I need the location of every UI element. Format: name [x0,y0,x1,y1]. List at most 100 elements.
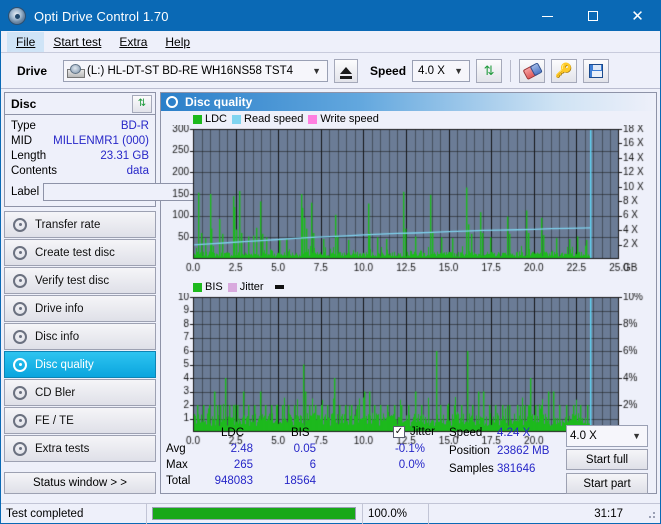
sidebar-item-drive-info[interactable]: Drive info [4,295,156,322]
menu-start-test-label: Start test [53,35,101,49]
test-speed-value: 4.0 X [570,430,597,442]
menu-file-label: File [16,35,35,49]
content-header: Disc quality [161,93,656,111]
status-message: Test completed [1,504,147,524]
maximize-icon [588,11,598,21]
sidebar-item-verify-test-disc[interactable]: Verify test disc [4,267,156,294]
speed-stat-label: Speed [449,427,482,439]
sidebar-item-transfer-rate[interactable]: Transfer rate [4,211,156,238]
legend-label-jitter: Jitter [240,281,264,293]
test-speed-select[interactable]: 4.0 X ▼ [566,425,648,447]
start-part-button[interactable]: Start part [566,473,648,494]
close-button[interactable]: ✕ [615,1,660,31]
close-icon: ✕ [631,9,644,24]
disc-panel-header: Disc ⇅ [5,93,155,115]
disc-row-key: Contents [11,165,57,177]
content-title: Disc quality [185,95,252,109]
speed-stat-value: 4.24 X [497,427,530,439]
drive-select[interactable]: (L:) HL-DT-ST BD-RE WH16NS58 TST4 ▼ [63,60,328,82]
stats-total-ldc: 948083 [201,475,253,487]
refresh-button[interactable]: ⇅ [476,59,502,83]
menu-extra-label: Extra [119,35,147,49]
samples-stat-value: 381646 [497,463,535,475]
sidebar-item-disc-quality[interactable]: Disc quality [4,351,156,378]
menu-extra[interactable]: Extra [110,32,156,52]
stats-header-bis: BIS [291,427,310,439]
sidebar-item-fe-te[interactable]: FE / TE [4,407,156,434]
save-button[interactable] [583,59,609,83]
disc-row-mid: MID MILLENMR1 (000) [11,133,149,148]
progress-bar [152,507,356,520]
disc-row-key: Type [11,120,36,132]
disc-row-value: MILLENMR1 (000) [53,135,149,147]
scrollbar-marker [275,285,284,289]
disc-icon [13,330,27,344]
toolbar-divider [510,60,511,82]
legend-swatch-ldc [193,115,202,124]
disc-icon [13,302,27,316]
legend-swatch-bis [193,283,202,292]
minimize-button[interactable] [525,1,570,31]
chevron-down-icon: ▼ [312,66,321,76]
progress-cell [147,504,363,524]
progress-percent: 100.0% [363,504,429,524]
stats-header-ldc: LDC [221,427,244,439]
menu-start-test[interactable]: Start test [44,32,110,52]
elapsed-time: 31:17 [429,504,645,524]
start-full-button[interactable]: Start full [566,449,648,470]
sidebar-item-label: Disc quality [35,359,94,371]
resize-grip-icon[interactable] [645,508,657,520]
stats-max-jitter: 0.0% [383,459,425,471]
disc-icon [13,358,27,372]
status-window-button[interactable]: Status window > > [4,472,156,494]
drive-select-value: (L:) HL-DT-ST BD-RE WH16NS58 TST4 [87,65,293,77]
drive-label: Drive [17,64,47,78]
disc-info-rows: Type BD-R MID MILLENMR1 (000) Length 23.… [5,115,155,181]
sidebar-item-cd-bler[interactable]: CD Bler [4,379,156,406]
key-icon: 🔑 [555,62,572,79]
disc-row-contents: Contents data [11,163,149,178]
jitter-checkbox[interactable]: ✓ [393,426,405,438]
sidebar-item-disc-info[interactable]: Disc info [4,323,156,350]
ldc-chart-legend: LDC Read speed Write speed [193,113,379,125]
position-stat-value: 23862 MB [497,445,549,457]
app-window: Opti Drive Control 1.70 ✕ File Start tes… [0,0,661,524]
sidebar-item-label: Create test disc [35,247,115,259]
window-controls: ✕ [525,1,660,31]
eject-icon [340,67,352,74]
eject-button[interactable] [334,59,358,83]
legend-item-bis: BIS [193,281,223,293]
speed-select[interactable]: 4.0 X ▼ [412,60,470,82]
menu-help-label: Help [165,35,190,49]
window-title: Opti Drive Control 1.70 [34,9,169,24]
sidebar-item-create-test-disc[interactable]: Create test disc [4,239,156,266]
sidebar-item-label: CD Bler [35,387,75,399]
disc-row-value: BD-R [121,120,149,132]
disc-icon [13,442,27,456]
sidebar-item-label: Verify test disc [35,275,109,287]
legend-item-write-speed: Write speed [308,113,379,125]
refresh-icon: ⇅ [138,98,146,109]
samples-stat-label: Samples [449,463,494,475]
speed-label: Speed [370,64,406,78]
sidebar-item-extra-tests[interactable]: Extra tests [4,435,156,462]
refresh-icon: ⇅ [484,63,495,79]
sidebar-item-label: Extra tests [35,443,89,455]
ldc-read-speed-chart [161,125,655,275]
minimize-icon [542,16,553,17]
key-button[interactable]: 🔑 [551,59,577,83]
menu-help[interactable]: Help [156,32,199,52]
maximize-button[interactable] [570,1,615,31]
disc-refresh-button[interactable]: ⇅ [132,95,152,113]
charts-area: LDC Read speed Write speed [161,111,656,425]
erase-button[interactable] [519,59,545,83]
legend-swatch-read-speed [232,115,241,124]
disc-row-length: Length 23.31 GB [11,148,149,163]
menu-file[interactable]: File [7,32,44,52]
legend-item-ldc: LDC [193,113,227,125]
disc-panel-title: Disc [11,97,36,111]
legend-item-read-speed: Read speed [232,113,303,125]
sidebar-item-label: Drive info [35,303,84,315]
disc-row-key: MID [11,135,32,147]
jitter-checkbox-row[interactable]: ✓ Jitter [393,426,435,438]
